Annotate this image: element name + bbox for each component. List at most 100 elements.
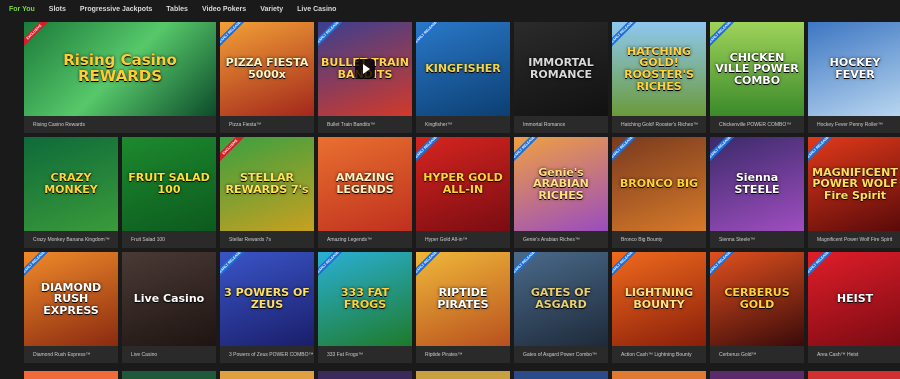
game-thumbnail[interactable]: CRAZY MONKEY xyxy=(24,137,118,231)
game-tile-partial[interactable] xyxy=(612,371,706,379)
game-tile-partial[interactable] xyxy=(24,371,118,379)
game-tile-partial[interactable] xyxy=(808,371,900,379)
game-thumbnail[interactable]: BRONCO BIG EARLY RELEASE xyxy=(612,137,706,231)
game-tile[interactable]: IMMORTAL ROMANCE Immortal Romance xyxy=(514,22,608,133)
partial-row xyxy=(24,371,900,379)
game-logo-text: GATES OF ASGARD xyxy=(530,286,592,311)
game-logo-text: Sienna STEELE xyxy=(734,171,780,196)
game-tile[interactable]: AMAZING LEGENDS Amazing Legends™ xyxy=(318,137,412,248)
early-release-badge: EARLY RELEASE xyxy=(710,252,740,282)
game-title: Stellar Rewards 7s xyxy=(220,231,314,248)
game-title: 3 Powers of Zeus POWER COMBO™ xyxy=(220,346,314,363)
game-thumbnail[interactable]: 333 FAT FROGS EARLY RELEASE xyxy=(318,252,412,346)
game-tile[interactable]: Sienna STEELE EARLY RELEASE Sienna Steele™ xyxy=(710,137,804,248)
game-thumbnail[interactable]: HYPER GOLD ALL-IN EARLY RELEASE xyxy=(416,137,510,231)
nav-tab-for-you[interactable]: For You xyxy=(2,6,42,13)
early-release-badge: EARLY RELEASE xyxy=(416,252,446,282)
game-thumbnail[interactable]: GATES OF ASGARD EARLY RELEASE xyxy=(514,252,608,346)
game-tile[interactable]: Live Casino Live Casino xyxy=(122,252,216,363)
game-tile[interactable]: HATCHING GOLD! ROOSTER'S RICHES EARLY REL… xyxy=(612,22,706,133)
early-release-badge: EARLY RELEASE xyxy=(416,137,446,167)
game-title: Area Cash™ Heist xyxy=(808,346,900,363)
game-tile-partial[interactable] xyxy=(220,371,314,379)
game-logo-text: FRUIT SALAD 100 xyxy=(128,171,210,196)
game-logo-text: LIGHTNING BOUNTY xyxy=(624,286,694,311)
game-logo-text: Rising Casino REWARDS xyxy=(63,51,177,85)
game-thumbnail[interactable]: Sienna STEELE EARLY RELEASE xyxy=(710,137,804,231)
game-tile[interactable]: HOCKEY FEVER Hockey Fever Penny Roller™ xyxy=(808,22,900,133)
game-tile[interactable]: RIPTIDE PIRATES EARLY RELEASE Riptide Pira… xyxy=(416,252,510,363)
early-release-badge: EARLY RELEASE xyxy=(318,252,348,282)
game-title: Gates of Asgard Power Combo™ xyxy=(514,346,608,363)
game-thumbnail[interactable]: RIPTIDE PIRATES EARLY RELEASE xyxy=(416,252,510,346)
game-tile[interactable]: GATES OF ASGARD EARLY RELEASE Gates of Asg… xyxy=(514,252,608,363)
game-thumbnail[interactable]: STELLAR REWARDS 7's EXCLUSIVE xyxy=(220,137,314,231)
game-tile[interactable]: CERBERUS GOLD EARLY RELEASE Cerberus Gold™ xyxy=(710,252,804,363)
game-tile-partial[interactable] xyxy=(514,371,608,379)
exclusive-badge: EXCLUSIVE xyxy=(24,22,54,52)
game-thumbnail[interactable]: LIGHTNING BOUNTY EARLY RELEASE xyxy=(612,252,706,346)
game-tile[interactable]: MAGNIFICENT POWER WOLF Fire Spirit EARLY … xyxy=(808,137,900,248)
nav-tab-progressive-jackpots[interactable]: Progressive Jackpots xyxy=(73,6,159,13)
game-tile[interactable]: CHICKEN VILLE POWER COMBO EARLY RELEASE Ch… xyxy=(710,22,804,133)
game-tile[interactable]: FRUIT SALAD 100 Fruit Salad 100 xyxy=(122,137,216,248)
game-title: Sienna Steele™ xyxy=(710,231,804,248)
game-thumbnail[interactable]: DIAMOND RUSH EXPRESS EARLY RELEASE xyxy=(24,252,118,346)
early-release-badge: EARLY RELEASE xyxy=(808,137,838,167)
game-thumbnail[interactable]: 3 POWERS OF ZEUS EARLY RELEASE xyxy=(220,252,314,346)
game-tile[interactable]: DIAMOND RUSH EXPRESS EARLY RELEASE Diamond… xyxy=(24,252,118,363)
game-tile[interactable]: LIGHTNING BOUNTY EARLY RELEASE Action Cash… xyxy=(612,252,706,363)
game-thumbnail[interactable]: Rising Casino REWARDS EXCLUSIVE xyxy=(24,22,216,116)
game-thumbnail[interactable]: IMMORTAL ROMANCE xyxy=(514,22,608,116)
category-nav: For You Slots Progressive Jackpots Tables Vi… xyxy=(0,0,900,18)
game-tile-partial[interactable] xyxy=(318,371,412,379)
game-tile[interactable]: PIZZA FIESTA 5000x EARLY RELEASE Pizza Fie… xyxy=(220,22,314,133)
game-logo-text: CERBERUS GOLD xyxy=(724,286,790,311)
nav-tab-slots[interactable]: Slots xyxy=(42,6,73,13)
early-release-badge: EARLY RELEASE xyxy=(612,252,642,282)
game-tile[interactable]: 333 FAT FROGS EARLY RELEASE 333 Fat Frogs™ xyxy=(318,252,412,363)
nav-tab-live-casino[interactable]: Live Casino xyxy=(290,6,343,13)
game-tile[interactable]: HEIST EARLY RELEASE Area Cash™ Heist xyxy=(808,252,900,363)
game-tile[interactable]: STELLAR REWARDS 7's EXCLUSIVE Stellar Rewa… xyxy=(220,137,314,248)
game-tile[interactable]: HYPER GOLD ALL-IN EARLY RELEASE Hyper Gold… xyxy=(416,137,510,248)
game-tile[interactable]: 3 POWERS OF ZEUS EARLY RELEASE 3 Powers of… xyxy=(220,252,314,363)
game-logo-text: MAGNIFICENT POWER WOLF Fire Spirit xyxy=(812,165,898,202)
game-thumbnail[interactable]: HATCHING GOLD! ROOSTER'S RICHES EARLY REL… xyxy=(612,22,706,116)
game-title: Fruit Salad 100 xyxy=(122,231,216,248)
game-thumbnail[interactable]: AMAZING LEGENDS xyxy=(318,137,412,231)
game-tile[interactable]: CRAZY MONKEY Crazy Monkey Banana Kingdom™ xyxy=(24,137,118,248)
nav-tab-tables[interactable]: Tables xyxy=(159,6,195,13)
game-thumbnail[interactable]: HOCKEY FEVER xyxy=(808,22,900,116)
nav-tab-video-pokers[interactable]: Video Pokers xyxy=(195,6,253,13)
game-tile[interactable]: KINGFISHER EARLY RELEASE Kingfisher™ xyxy=(416,22,510,133)
game-thumbnail[interactable]: HEIST EARLY RELEASE xyxy=(808,252,900,346)
game-title: Magnificent Power Wolf Fire Spirit xyxy=(808,231,900,248)
game-title: Hyper Gold All-in™ xyxy=(416,231,510,248)
play-icon[interactable] xyxy=(355,59,375,79)
game-logo-text: RIPTIDE PIRATES xyxy=(437,286,489,311)
game-thumbnail[interactable]: MAGNIFICENT POWER WOLF Fire Spirit EARLY … xyxy=(808,137,900,231)
game-tile[interactable]: Rising Casino REWARDS EXCLUSIVE Rising Cas… xyxy=(24,22,216,133)
game-thumbnail[interactable]: FRUIT SALAD 100 xyxy=(122,137,216,231)
game-thumbnail[interactable]: KINGFISHER EARLY RELEASE xyxy=(416,22,510,116)
early-release-badge: EARLY RELEASE xyxy=(416,22,446,52)
game-logo-text: PIZZA FIESTA 5000x xyxy=(225,56,309,81)
game-tile-partial[interactable] xyxy=(710,371,804,379)
early-release-badge: EARLY RELEASE xyxy=(318,22,348,52)
game-title: Bronco Big Bounty xyxy=(612,231,706,248)
game-thumbnail[interactable]: CERBERUS GOLD EARLY RELEASE xyxy=(710,252,804,346)
nav-tab-variety[interactable]: Variety xyxy=(253,6,290,13)
game-thumbnail[interactable]: Live Casino xyxy=(122,252,216,346)
game-title: Cerberus Gold™ xyxy=(710,346,804,363)
game-tile[interactable]: Genie's ARABIAN RICHES EARLY RELEASE Genie… xyxy=(514,137,608,248)
game-tile-partial[interactable] xyxy=(416,371,510,379)
game-tile[interactable]: BRONCO BIG EARLY RELEASE Bronco Big Bounty xyxy=(612,137,706,248)
game-thumbnail[interactable]: CHICKEN VILLE POWER COMBO EARLY RELEASE xyxy=(710,22,804,116)
game-thumbnail[interactable]: BULLET TRAIN BANDITSEARLY RELEASE xyxy=(318,22,412,116)
game-tile[interactable]: BULLET TRAIN BANDITSEARLY RELEASEBullet … xyxy=(318,22,412,133)
game-thumbnail[interactable]: PIZZA FIESTA 5000x EARLY RELEASE xyxy=(220,22,314,116)
game-title: Bullet Train Bandits™ xyxy=(318,116,412,133)
game-thumbnail[interactable]: Genie's ARABIAN RICHES EARLY RELEASE xyxy=(514,137,608,231)
game-tile-partial[interactable] xyxy=(122,371,216,379)
